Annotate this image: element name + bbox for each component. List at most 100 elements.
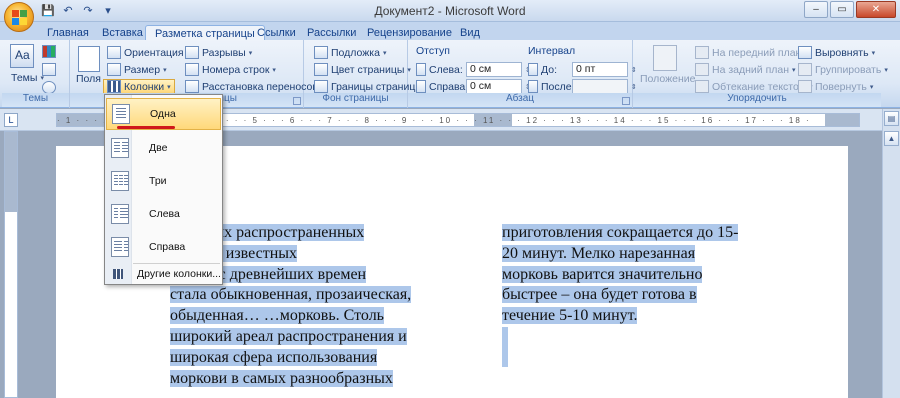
spacing-header: Интервал	[528, 45, 576, 57]
spacing-after-row: После: ⇕	[528, 79, 637, 94]
text-column-2[interactable]: приготовления сокращается до 15- 20 мину…	[502, 223, 792, 367]
indent-right-row: Справа: 0 см ⇕	[416, 79, 531, 94]
columns-option-left[interactable]: Слева	[106, 198, 221, 230]
office-button[interactable]	[4, 2, 34, 32]
ribbon-tabs: Главная Вставка Разметка страницы Ссылки…	[0, 22, 900, 42]
text-line: обыденная… …морковь. Столь	[170, 307, 384, 325]
ruler-toggle-icon[interactable]: ▤	[884, 111, 899, 126]
vertical-ruler[interactable]	[4, 131, 18, 398]
text-line: стала обыкновенная, прозаическая,	[170, 286, 412, 304]
indent-right-icon	[416, 80, 426, 93]
align-button[interactable]: Выровнять ▾	[798, 46, 875, 59]
spacing-before-input[interactable]: 0 пт	[572, 62, 628, 77]
indent-left-row: Слева: 0 см ⇕	[416, 62, 531, 77]
paragraph-group: Отступ Слева: 0 см ⇕ Справа: 0 см ⇕ Инте…	[408, 40, 637, 108]
indent-left-icon	[416, 63, 426, 76]
text-line: морковь варится значительно	[502, 265, 703, 283]
one-column-icon	[112, 104, 130, 124]
tab-selector-icon[interactable]: L	[4, 113, 18, 127]
more-columns-icon	[113, 269, 123, 279]
line-numbers-button[interactable]: Номера строк ▾	[185, 63, 276, 76]
menu-separator	[133, 263, 220, 264]
line-numbers-icon	[185, 63, 199, 76]
hyphenation-icon	[185, 80, 199, 93]
group-button[interactable]: Группировать ▾	[798, 63, 888, 76]
align-icon	[798, 46, 812, 59]
spacing-before-row: До: 0 пт ⇕	[528, 62, 637, 77]
spacing-after-icon	[528, 80, 538, 93]
page-setup-launcher-icon[interactable]	[293, 97, 301, 105]
columns-button[interactable]: Колонки ▾	[103, 79, 175, 94]
text-line: 20 минут. Мелко нарезанная	[502, 244, 696, 262]
position-icon[interactable]	[653, 45, 677, 71]
position-button[interactable]: Положение	[640, 73, 696, 85]
arrange-group-label: Упорядочить	[633, 93, 881, 107]
right-column-icon	[111, 237, 129, 257]
send-back-icon	[695, 63, 709, 76]
themes-button[interactable]: Темы ▾	[11, 72, 44, 84]
page-borders-icon	[314, 80, 328, 93]
themes-icon[interactable]: Aa	[10, 44, 34, 68]
indent-right-input[interactable]: 0 см	[466, 79, 522, 94]
watermark-button[interactable]: Подложка ▾	[314, 46, 386, 59]
arrange-group: Положение На передний план▾ На задний пл…	[633, 40, 888, 108]
themes-group: Aa Темы ▾ Темы	[2, 40, 70, 108]
window-controls: – ▭ ✕	[804, 1, 896, 18]
left-column-icon	[111, 204, 129, 224]
margins-button[interactable]: Поля	[76, 73, 101, 85]
breaks-button[interactable]: Разрывы ▾	[185, 46, 252, 59]
size-button[interactable]: Размер ▾	[107, 63, 167, 76]
spacing-before-icon	[528, 63, 538, 76]
paragraph-launcher-icon[interactable]	[622, 97, 630, 105]
text-wrap-icon	[695, 80, 709, 93]
columns-option-three[interactable]: Три	[106, 165, 221, 197]
group-icon	[798, 63, 812, 76]
text-wrap-button[interactable]: Обтекание текстом▾	[695, 80, 813, 93]
title-bar: 💾 ↶ ↷ ▾ Документ2 - Microsoft Word – ▭ ✕	[0, 0, 900, 22]
scroll-up-icon[interactable]: ▲	[884, 131, 899, 146]
page-background-group: Подложка ▾ Цвет страницы ▾ Границы страниц…	[304, 40, 415, 108]
text-line: быстрее – она будет готова в	[502, 286, 697, 304]
selection-tail	[502, 326, 792, 367]
text-line: приготовления сокращается до 15-	[502, 224, 739, 241]
size-icon	[107, 63, 121, 76]
more-columns-item[interactable]: Другие колонки...	[106, 265, 221, 283]
text-line: течение 5-10 минут.	[502, 307, 638, 325]
minimize-button[interactable]: –	[804, 1, 828, 18]
rotate-icon	[798, 80, 812, 93]
text-line: широкая сфера использования	[170, 348, 378, 366]
indent-left-input[interactable]: 0 см	[466, 62, 522, 77]
window-title: Документ2 - Microsoft Word	[374, 4, 526, 18]
page-borders-button[interactable]: Границы страниц	[314, 80, 415, 93]
theme-fonts-icon[interactable]	[42, 63, 56, 76]
columns-option-right[interactable]: Справа	[106, 231, 221, 263]
page-color-button[interactable]: Цвет страницы ▾	[314, 63, 411, 76]
page-background-group-label: Фон страницы	[304, 93, 407, 107]
bring-front-icon	[695, 46, 709, 59]
three-columns-icon	[111, 171, 129, 191]
themes-group-label: Темы	[2, 93, 69, 107]
paragraph-group-label: Абзац	[408, 93, 632, 107]
office-logo-icon	[12, 10, 27, 25]
maximize-button[interactable]: ▭	[830, 1, 854, 18]
text-line: моркови в самых разнообразных	[170, 369, 393, 387]
two-columns-icon	[111, 138, 129, 158]
page-color-icon	[314, 63, 328, 76]
spacing-after-input[interactable]	[572, 79, 628, 94]
theme-colors-icon[interactable]	[42, 45, 56, 58]
bring-front-button[interactable]: На передний план▾	[695, 46, 808, 59]
annotation-underline	[117, 126, 175, 129]
send-back-button[interactable]: На задний план ▾	[695, 63, 796, 76]
rotate-button[interactable]: Повернуть ▾	[798, 80, 873, 93]
vertical-scrollbar[interactable]: ▤ ▲	[882, 109, 900, 398]
watermark-icon	[314, 46, 328, 59]
columns-dropdown-menu: Одна Две Три Слева Справа Другие колонки…	[104, 94, 223, 285]
columns-option-two[interactable]: Две	[106, 132, 221, 164]
margins-icon[interactable]	[78, 46, 100, 72]
indent-header: Отступ	[416, 45, 450, 57]
orientation-button[interactable]: Ориентация▾	[107, 46, 190, 59]
columns-icon	[107, 80, 121, 93]
breaks-icon	[185, 46, 199, 59]
close-button[interactable]: ✕	[856, 1, 896, 18]
text-line: широкий ареал распространения и	[170, 327, 407, 345]
